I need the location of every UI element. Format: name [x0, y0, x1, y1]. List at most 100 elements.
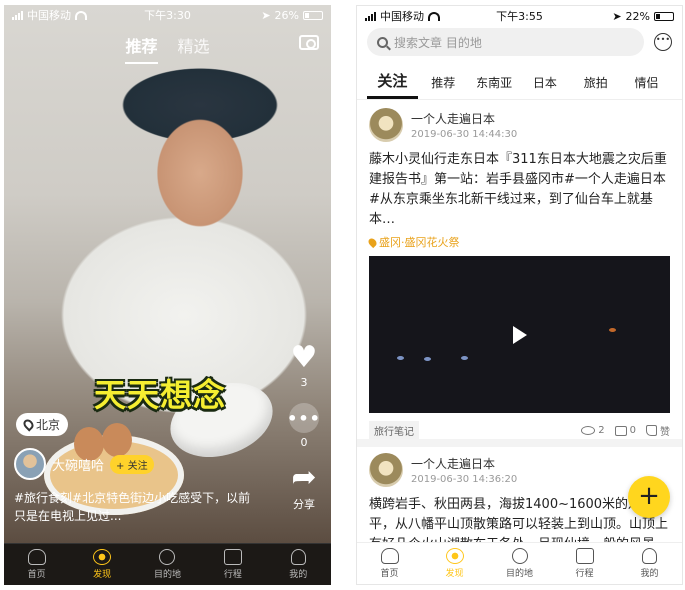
share-button[interactable]: ➦ 分享: [291, 463, 316, 512]
tab-label: 首页: [380, 569, 399, 579]
category-tabs: 关注 推荐 东南亚 日本 旅拍 情侣: [357, 68, 682, 100]
search-row: 搜索文章 目的地 •••: [367, 28, 672, 56]
light-dot: [397, 356, 404, 360]
share-label: 分享: [292, 498, 315, 511]
post-author[interactable]: 一个人走遍日本: [411, 455, 517, 472]
location-label: 北京: [36, 418, 61, 432]
avatar[interactable]: [369, 453, 403, 487]
post-text[interactable]: 藤木小灵仙行走东日本『311东日本大地震之灾后重建报告书』第一站：岩手县盛冈市#…: [369, 150, 670, 230]
play-icon[interactable]: [512, 325, 527, 344]
post-stats: 2 0 赞: [581, 423, 670, 438]
tab-itinerary[interactable]: 行程: [560, 548, 610, 579]
author-name[interactable]: 大碗嘻哈: [52, 455, 104, 474]
user-icon: [290, 549, 306, 565]
video-description[interactable]: #旅行食刻#北京特色街边小吃感受下，以前只是在电视上见过...: [14, 489, 259, 525]
feed-post[interactable]: 一个人走遍日本 2019-06-30 14:44:30 藤木小灵仙行走东日本『3…: [366, 108, 670, 440]
tab-label: 行程: [575, 569, 594, 579]
top-tabs: 推荐 精选: [4, 33, 331, 64]
pin-icon: [21, 417, 36, 432]
search-icon: [377, 36, 388, 48]
avatar[interactable]: [369, 108, 403, 142]
tab-destination[interactable]: 目的地: [142, 549, 192, 580]
post-location-label: 盛冈·盛冈花火祭: [379, 236, 460, 249]
tab-label: 目的地: [505, 569, 533, 579]
post-time: 2019-06-30 14:44:30: [411, 129, 518, 140]
side-actions: ♥ 3 ••• 0 ➦ 分享: [287, 340, 320, 512]
tab-japan[interactable]: 日本: [519, 74, 570, 99]
post-header: 一个人走遍日本 2019-06-30 14:36:20: [369, 453, 670, 487]
like-button[interactable]: 赞: [646, 423, 670, 438]
signal-icon: [12, 10, 23, 20]
battery-percent: 22%: [625, 9, 650, 23]
post-time: 2019-06-30 14:36:20: [411, 474, 518, 485]
tab-label: 我的: [640, 569, 659, 579]
comments-count: 0: [629, 425, 636, 436]
avatar[interactable]: [14, 448, 46, 480]
tab-profile[interactable]: 我的: [625, 548, 675, 579]
wifi-icon: [75, 10, 87, 20]
author-row: 大碗嘻哈 + 关注: [14, 448, 154, 480]
tab-destination[interactable]: 目的地: [495, 548, 545, 579]
post-tag[interactable]: 旅行笔记: [369, 421, 419, 440]
views-count: 2: [598, 425, 605, 436]
status-bar: 中国移动 下午3:30 ➤ 26%: [4, 5, 331, 25]
location-tag[interactable]: 北京: [16, 413, 69, 436]
suitcase-icon: [223, 549, 242, 565]
video-feed-screen: 中国移动 下午3:30 ➤ 26% 推荐 精选 天天想念 ♥ 3 ••• 0 ➦…: [4, 5, 331, 585]
post-author[interactable]: 一个人走遍日本: [411, 110, 517, 127]
home-icon: [27, 549, 46, 565]
post-video[interactable]: [369, 256, 670, 413]
post-header: 一个人走遍日本 2019-06-30 14:44:30: [369, 108, 670, 142]
tab-profile[interactable]: 我的: [273, 549, 323, 580]
tab-couples[interactable]: 情侣: [621, 74, 672, 99]
tab-travel-photo[interactable]: 旅拍: [570, 74, 621, 99]
carrier-label: 中国移动: [380, 10, 424, 23]
post-footer: 旅行笔记 2 0 赞: [369, 421, 670, 440]
post-location[interactable]: 盛冈·盛冈花火祭: [366, 234, 670, 250]
battery-icon: [303, 10, 323, 20]
home-icon: [380, 548, 399, 564]
tab-itinerary[interactable]: 行程: [208, 549, 258, 580]
tab-home[interactable]: 首页: [12, 549, 62, 580]
follow-button[interactable]: + 关注: [110, 454, 154, 474]
comments-stat[interactable]: 0: [614, 425, 636, 436]
feed-divider: [357, 439, 682, 447]
camera-icon[interactable]: [299, 35, 319, 50]
user-icon: [642, 548, 657, 564]
status-bar: 中国移动 下午3:55 ➤ 22%: [357, 6, 682, 26]
search-input[interactable]: 搜索文章 目的地: [367, 28, 644, 56]
tab-discover[interactable]: 发现: [77, 549, 127, 580]
tab-home[interactable]: 首页: [365, 548, 415, 579]
signal-icon: [365, 11, 376, 21]
like-label: 赞: [660, 427, 670, 438]
thumbs-up-icon: [646, 425, 657, 436]
tab-featured[interactable]: 精选: [178, 33, 210, 64]
tab-recommend[interactable]: 推荐: [418, 74, 469, 99]
wifi-icon: [428, 11, 440, 21]
light-dot: [461, 356, 468, 360]
carrier-label: 中国移动: [27, 9, 71, 22]
eye-icon: [581, 426, 596, 435]
create-post-button[interactable]: +: [628, 476, 670, 518]
heart-icon: ♥: [290, 340, 318, 375]
chat-icon[interactable]: •••: [654, 33, 672, 51]
discover-icon: [445, 548, 464, 564]
suitcase-icon: [575, 548, 594, 564]
tab-label: 首页: [27, 570, 46, 580]
comment-button[interactable]: ••• 0: [287, 403, 320, 449]
battery-percent: 26%: [274, 8, 299, 22]
tab-label: 我的: [289, 570, 308, 580]
bottom-tabbar: 首页 发现 目的地 行程 我的: [357, 542, 682, 584]
tab-recommend[interactable]: 推荐: [125, 33, 158, 64]
tab-southeast-asia[interactable]: 东南亚: [469, 74, 520, 99]
tab-following[interactable]: 关注: [367, 70, 418, 99]
comment-count: 0: [300, 436, 308, 449]
tab-discover[interactable]: 发现: [430, 548, 480, 579]
like-button[interactable]: ♥ 3: [290, 340, 318, 390]
location-arrow-icon: ➤: [612, 9, 622, 23]
search-placeholder: 搜索文章 目的地: [394, 35, 482, 50]
tab-label: 发现: [93, 570, 112, 580]
destination-icon: [511, 548, 528, 564]
discover-icon: [93, 549, 112, 565]
video-caption-overlay: 天天想念: [94, 376, 227, 414]
